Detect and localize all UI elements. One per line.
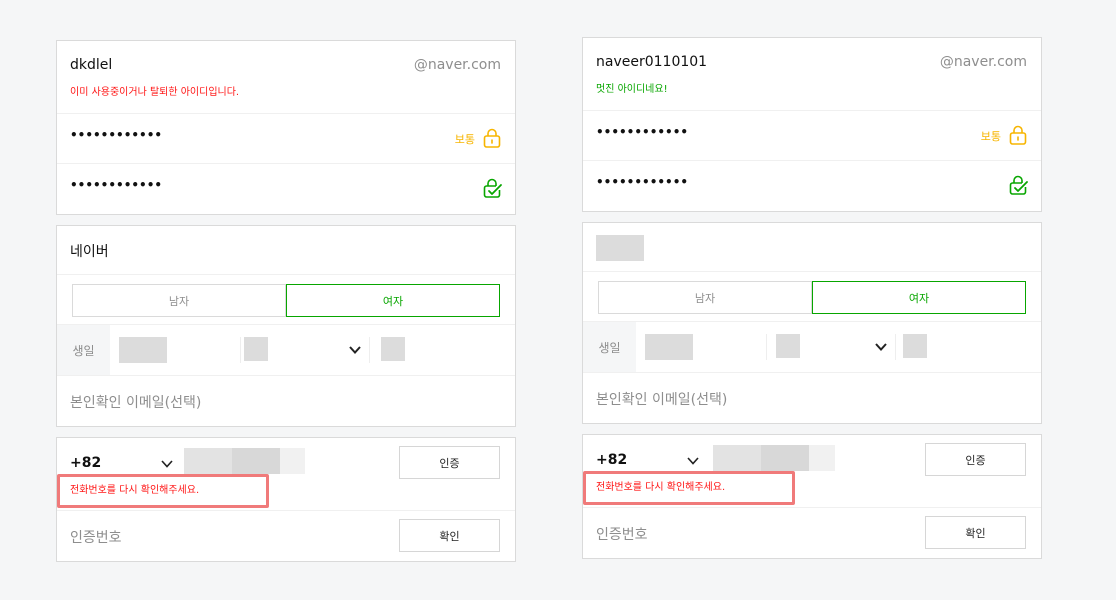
error-highlight-box [57,474,269,508]
phone-field: +82 인증 전화번호를 다시 확인해주세요. [57,438,515,511]
birth-field: 생일 [583,322,1041,373]
error-highlight-box [583,471,795,505]
password-input[interactable]: •••••••••••• [596,125,688,139]
profile-box: 네이버 남자 여자 생일 본인확인 이메일(선택) [56,225,516,427]
chevron-down-icon[interactable] [685,453,701,469]
password-input[interactable]: •••••••••••• [70,128,162,142]
divider [240,337,241,363]
phone-input-segment [809,445,835,471]
gender-toggle: 남자 여자 [598,281,1026,314]
id-field[interactable]: dkdlel @naver.com 이미 사용중이거나 탈퇴한 아이디입니다. [57,41,515,114]
code-placeholder[interactable]: 인증번호 [70,527,122,547]
birth-month-select[interactable] [244,337,268,361]
phone-box: +82 인증 전화번호를 다시 확인해주세요. 인증번호 확인 [56,437,516,562]
password-level: 보통 [454,133,475,146]
email-field[interactable]: 본인확인 이메일(선택) [57,376,515,426]
domain-suffix: @naver.com [939,54,1027,70]
birth-field: 생일 [57,325,515,376]
chevron-down-icon[interactable] [873,339,889,355]
auth-button[interactable]: 인증 [925,443,1026,476]
signup-form-1: dkdlel @naver.com 이미 사용중이거나 탈퇴한 아이디입니다. … [56,40,516,562]
gender-field: 남자 여자 [583,272,1041,322]
phone-input-segment [761,445,809,471]
phone-input-segment [232,448,280,474]
country-code-select[interactable]: +82 [70,455,101,471]
id-error-message: 이미 사용중이거나 탈퇴한 아이디입니다. [70,87,240,98]
chevron-down-icon[interactable] [159,456,175,472]
confirm-button[interactable]: 확인 [399,519,500,552]
name-field[interactable]: 네이버 [57,226,515,275]
birth-label: 생일 [583,322,636,372]
password-confirm-input[interactable]: •••••••••••• [596,175,688,189]
birth-day-input[interactable] [903,334,927,358]
name-input[interactable] [596,235,644,261]
birth-label: 생일 [57,325,110,375]
gender-male-button[interactable]: 남자 [72,284,286,317]
account-box: naveer0110101 @naver.com 멋진 아이디네요! •••••… [582,37,1042,212]
signup-form-2: naveer0110101 @naver.com 멋진 아이디네요! •••••… [582,37,1042,559]
id-success-message: 멋진 아이디네요! [596,84,668,95]
gender-female-button[interactable]: 여자 [812,281,1026,314]
gender-toggle: 남자 여자 [72,284,500,317]
password-confirm-field[interactable]: •••••••••••• [583,161,1041,211]
password-confirm-field[interactable]: •••••••••••• [57,164,515,214]
gender-field: 남자 여자 [57,275,515,325]
code-placeholder[interactable]: 인증번호 [596,524,648,544]
email-placeholder[interactable]: 본인확인 이메일(선택) [70,392,201,412]
phone-field: +82 인증 전화번호를 다시 확인해주세요. [583,435,1041,508]
lock-icon [1009,125,1027,145]
gender-female-button[interactable]: 여자 [286,284,500,317]
code-field[interactable]: 인증번호 확인 [57,511,515,561]
password-level: 보통 [980,130,1001,143]
lock-icon [483,128,501,148]
id-field[interactable]: naveer0110101 @naver.com 멋진 아이디네요! [583,38,1041,111]
auth-button[interactable]: 인증 [399,446,500,479]
divider [369,337,370,363]
gender-male-button[interactable]: 남자 [598,281,812,314]
phone-input-segment [280,448,305,474]
password-field[interactable]: •••••••••••• 보통 [57,114,515,164]
divider [766,334,767,360]
divider [895,334,896,360]
birth-year-input[interactable] [119,337,167,363]
phone-input[interactable] [713,445,761,471]
birth-day-input[interactable] [381,337,405,361]
lock-check-icon [1009,175,1028,195]
account-box: dkdlel @naver.com 이미 사용중이거나 탈퇴한 아이디입니다. … [56,40,516,215]
country-code-select[interactable]: +82 [596,452,627,468]
password-field[interactable]: •••••••••••• 보통 [583,111,1041,161]
name-field[interactable] [583,223,1041,272]
password-confirm-input[interactable]: •••••••••••• [70,178,162,192]
birth-month-select[interactable] [776,334,800,358]
domain-suffix: @naver.com [413,57,501,73]
chevron-down-icon[interactable] [347,342,363,358]
email-field[interactable]: 본인확인 이메일(선택) [583,373,1041,423]
phone-input[interactable] [184,448,232,474]
confirm-button[interactable]: 확인 [925,516,1026,549]
phone-box: +82 인증 전화번호를 다시 확인해주세요. 인증번호 확인 [582,434,1042,559]
lock-check-icon [483,178,502,198]
email-placeholder[interactable]: 본인확인 이메일(선택) [596,389,727,409]
id-input[interactable]: dkdlel [70,57,112,73]
code-field[interactable]: 인증번호 확인 [583,508,1041,558]
id-input[interactable]: naveer0110101 [596,54,707,70]
name-input[interactable]: 네이버 [70,241,109,261]
profile-box: 남자 여자 생일 본인확인 이메일(선택) [582,222,1042,424]
birth-year-input[interactable] [645,334,693,360]
